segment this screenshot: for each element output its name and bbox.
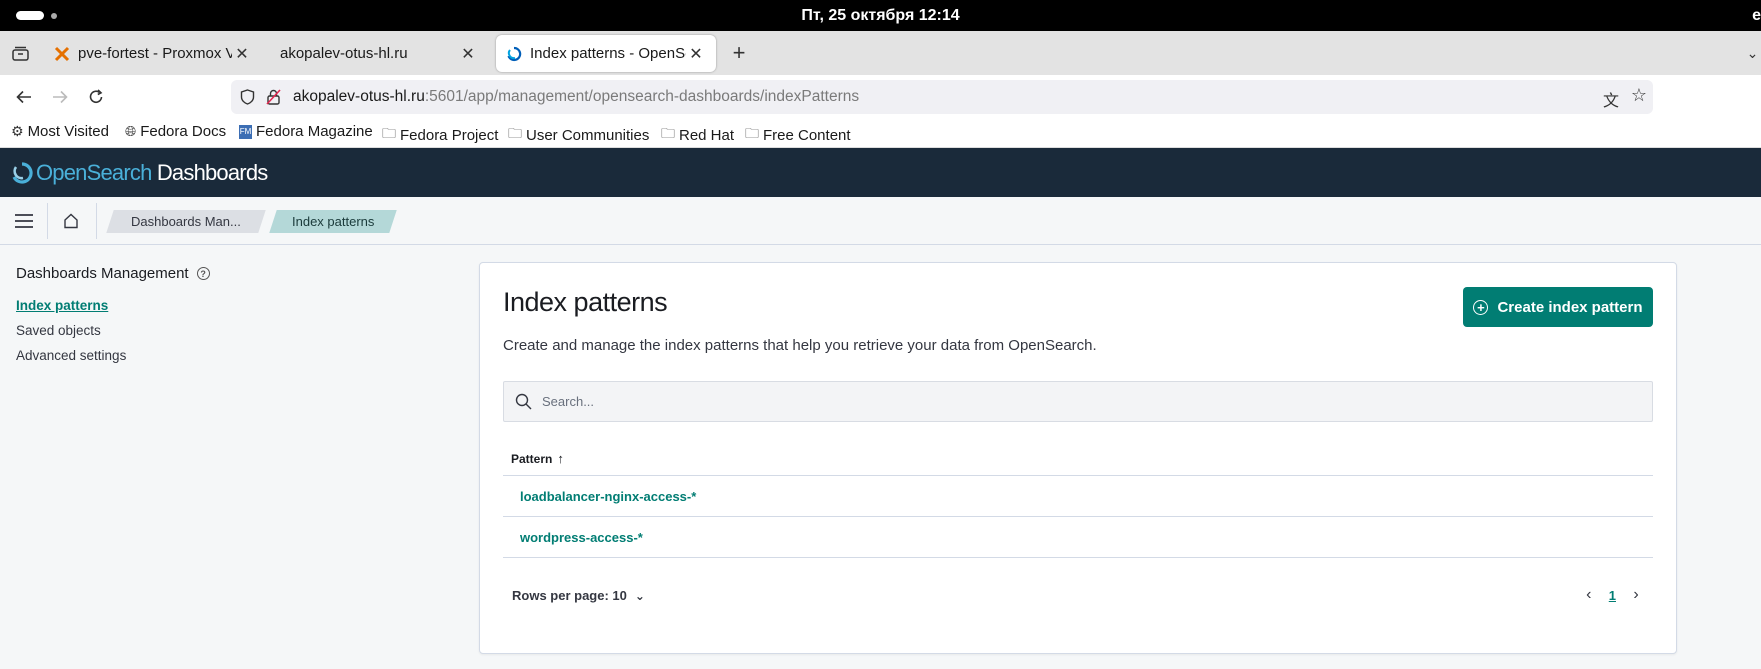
table-header: Pattern ↑ bbox=[503, 439, 1653, 476]
bookmark-fedora-docs[interactable]: 🌐︎ Fedora Docs bbox=[125, 123, 226, 140]
create-index-pattern-button[interactable]: + Create index pattern bbox=[1463, 287, 1653, 327]
bookmark-label: Fedora Magazine bbox=[256, 123, 373, 140]
back-icon[interactable] bbox=[10, 83, 38, 111]
main-content: Dashboards Management ? Index patterns S… bbox=[0, 245, 1761, 669]
opensearch-logo[interactable]: OpenSearch Dashboards bbox=[11, 160, 268, 186]
chevron-down-icon: ⌄ bbox=[634, 588, 645, 603]
bookmark-label: Free Content bbox=[763, 126, 851, 144]
plus-circle-icon: + bbox=[1473, 299, 1489, 315]
bookmark-label: Red Hat bbox=[679, 126, 735, 144]
logo-dashboards: Dashboards bbox=[151, 160, 268, 185]
divider bbox=[96, 203, 97, 239]
tab-index-patterns[interactable]: Index patterns - OpenSea ✕ bbox=[496, 35, 716, 72]
tab-overview-icon[interactable] bbox=[6, 39, 34, 67]
breadcrumb-bar: Dashboards Man... Index patterns bbox=[0, 197, 1761, 245]
column-header-pattern[interactable]: Pattern ↑ bbox=[511, 451, 564, 466]
logo-search: Search bbox=[86, 160, 153, 185]
address-bar[interactable]: akopalev-otus-hl.ru:5601/app/management/… bbox=[231, 80, 1653, 114]
previous-page-icon[interactable]: ‹ bbox=[1579, 586, 1599, 604]
tab-list-chevron-icon[interactable]: ⌄ bbox=[1744, 39, 1761, 67]
tab-proxmox[interactable]: pve-fortest - Proxmox Vir ✕ bbox=[44, 35, 262, 72]
os-top-bar: Пт, 25 октября 12:14 e bbox=[0, 0, 1761, 31]
page-number-button[interactable]: 1 bbox=[1609, 588, 1616, 603]
bookmark-star-icon[interactable]: ☆ bbox=[1631, 85, 1647, 106]
bookmark-label: Most Visited bbox=[27, 123, 109, 140]
tab-label: akopalev-otus-hl.ru bbox=[280, 45, 408, 62]
divider bbox=[47, 203, 48, 239]
bookmark-free-content[interactable]: 🗀 Free Content bbox=[745, 123, 851, 147]
browser-tab-bar: pve-fortest - Proxmox Vir ✕ akopalev-otu… bbox=[0, 31, 1761, 75]
opensearch-logo-icon bbox=[12, 162, 33, 184]
tab-label: pve-fortest - Proxmox Vir bbox=[78, 45, 232, 62]
bookmark-label: Fedora Project bbox=[400, 126, 499, 144]
index-patterns-panel: Index patterns + Create index pattern Cr… bbox=[479, 262, 1677, 654]
bookmark-user-communities[interactable]: 🗀 User Communities bbox=[508, 123, 649, 147]
folder-icon: 🗀 bbox=[508, 125, 522, 141]
help-icon[interactable]: ? bbox=[196, 267, 210, 280]
bookmark-most-visited[interactable]: ⚙ Most Visited bbox=[11, 123, 109, 140]
sidenav-item-advanced-settings[interactable]: Advanced settings bbox=[16, 348, 126, 363]
table-row: wordpress-access-* bbox=[503, 517, 1653, 558]
home-icon[interactable] bbox=[57, 207, 85, 235]
bookmark-label: User Communities bbox=[526, 126, 650, 144]
tab-label: Index patterns - OpenSea bbox=[530, 45, 686, 62]
index-pattern-link[interactable]: loadbalancer-nginx-access-* bbox=[520, 489, 696, 504]
reload-icon[interactable] bbox=[82, 83, 110, 111]
menu-hamburger-icon[interactable] bbox=[10, 207, 38, 235]
table-row: loadbalancer-nginx-access-* bbox=[503, 476, 1653, 517]
close-tab-icon[interactable]: ✕ bbox=[686, 44, 706, 64]
shield-icon[interactable] bbox=[240, 89, 255, 105]
page-title: Index patterns bbox=[503, 287, 668, 317]
breadcrumb-label: Dashboards Man... bbox=[131, 214, 241, 229]
pagination: ‹ 1 › bbox=[1579, 586, 1646, 604]
search-input[interactable] bbox=[542, 382, 1642, 421]
new-tab-icon[interactable]: + bbox=[725, 39, 753, 67]
sidenav-title: Dashboards Management ? bbox=[16, 265, 210, 282]
search-field[interactable] bbox=[503, 381, 1653, 422]
folder-icon: 🗀 bbox=[661, 125, 675, 141]
gear-icon: ⚙ bbox=[11, 123, 24, 139]
breadcrumb-dashboards-management[interactable]: Dashboards Man... bbox=[106, 210, 266, 233]
bookmark-red-hat[interactable]: 🗀 Red Hat bbox=[661, 123, 734, 147]
url-text[interactable]: akopalev-otus-hl.ru:5601/app/management/… bbox=[293, 88, 859, 106]
fedora-magazine-icon: FM bbox=[239, 124, 252, 139]
forward-icon[interactable] bbox=[46, 83, 74, 111]
next-page-icon[interactable]: › bbox=[1626, 586, 1646, 604]
close-tab-icon[interactable]: ✕ bbox=[232, 44, 252, 64]
app-header: OpenSearch Dashboards bbox=[0, 148, 1761, 197]
sidenav-item-index-patterns[interactable]: Index patterns bbox=[16, 298, 108, 313]
bookmark-fedora-magazine[interactable]: FM Fedora Magazine bbox=[239, 123, 373, 140]
proxmox-favicon-icon bbox=[54, 46, 70, 61]
create-button-label: Create index pattern bbox=[1497, 298, 1643, 316]
url-host: akopalev-otus-hl.ru bbox=[293, 88, 425, 105]
breadcrumb-label: Index patterns bbox=[291, 214, 375, 229]
rows-per-page-label: Rows per page: 10 bbox=[512, 588, 627, 603]
breadcrumb-index-patterns: Index patterns bbox=[269, 210, 397, 233]
bookmark-label: Fedora Docs bbox=[140, 123, 227, 140]
index-pattern-link[interactable]: wordpress-access-* bbox=[520, 530, 643, 545]
sidenav-title-text: Dashboards Management bbox=[16, 265, 189, 282]
system-tray-text: e bbox=[1752, 7, 1761, 24]
sidenav-item-saved-objects[interactable]: Saved objects bbox=[16, 323, 101, 338]
bookmarks-toolbar: ⚙ Most Visited 🌐︎ Fedora Docs FM Fedora Mag… bbox=[0, 119, 1761, 148]
insecure-lock-icon[interactable] bbox=[266, 89, 281, 105]
rows-per-page-selector[interactable]: Rows per page: 10 ⌄ bbox=[512, 588, 645, 603]
sort-ascending-icon: ↑ bbox=[557, 451, 564, 466]
translate-icon[interactable]: 文 bbox=[1603, 87, 1619, 111]
browser-nav-bar: akopalev-otus-hl.ru:5601/app/management/… bbox=[0, 75, 1761, 119]
tab-akopalev[interactable]: akopalev-otus-hl.ru ✕ bbox=[270, 35, 488, 72]
opensearch-favicon-icon bbox=[507, 46, 522, 61]
bookmark-fedora-project[interactable]: 🗀 Fedora Project bbox=[382, 123, 498, 147]
system-clock[interactable]: Пт, 25 октября 12:14 bbox=[0, 7, 1761, 25]
folder-icon: 🗀 bbox=[745, 125, 759, 141]
search-icon bbox=[515, 393, 532, 410]
folder-icon: 🗀 bbox=[382, 125, 396, 141]
logo-open: Open bbox=[36, 160, 87, 185]
page-description: Create and manage the index patterns tha… bbox=[503, 337, 1097, 354]
url-path: :5601/app/management/opensearch-dashboar… bbox=[424, 88, 860, 105]
globe-icon: 🌐︎ bbox=[125, 123, 137, 139]
column-header-label: Pattern bbox=[511, 451, 553, 466]
close-tab-icon[interactable]: ✕ bbox=[458, 44, 478, 64]
